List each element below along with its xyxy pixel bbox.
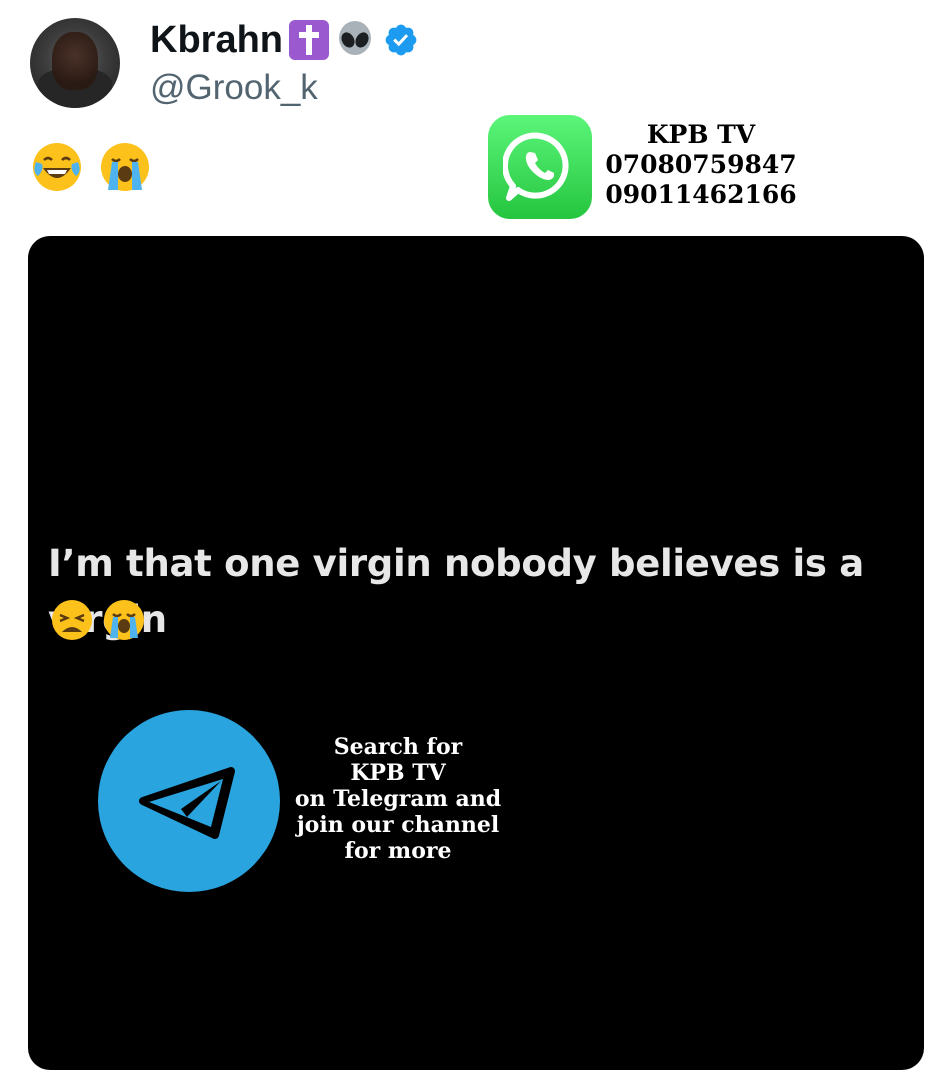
loudly-crying-face-icon [101,143,149,191]
telegram-logo [98,710,280,892]
whatsapp-brand: KPB TV [646,120,756,149]
weary-face-icon [52,600,92,640]
tweet-text [30,140,152,194]
telegram-promo-line-3: on Telegram and [294,786,502,812]
whatsapp-phone-1: 07080759847 [605,150,797,179]
whatsapp-contact-text: KPB TV 07080759847 09011462166 [596,120,806,210]
telegram-promo-line-4: join our channel [296,812,500,838]
alien-emoji-icon [339,21,371,55]
telegram-paper-plane-icon [139,767,235,839]
telegram-promo-line-5: for more [344,838,452,864]
whatsapp-icon [503,132,569,201]
whatsapp-logo [488,115,592,219]
latin-cross-emoji-icon [289,20,329,60]
telegram-promo-text: Search for KPB TV on Telegram and join o… [286,734,510,864]
tweet-media[interactable]: I’m that one virgin nobody believes is a… [28,236,924,1070]
telegram-promo-line-1: Search for [333,734,463,760]
display-name[interactable]: Kbrahn [150,18,283,62]
face-with-tears-of-joy-icon [33,143,81,191]
media-caption-emojis [50,598,146,642]
avatar-face-shape [52,32,98,90]
whatsapp-phone-2: 09011462166 [605,180,797,209]
user-handle[interactable]: @Grook_k [150,68,318,108]
user-name-row[interactable]: Kbrahn [150,18,419,62]
avatar[interactable] [30,18,120,108]
verified-badge-icon[interactable] [383,22,419,58]
loudly-crying-face-icon [104,600,144,640]
telegram-promo-line-2: KPB TV [350,760,446,786]
media-caption: I’m that one virgin nobody believes is a… [48,542,864,641]
